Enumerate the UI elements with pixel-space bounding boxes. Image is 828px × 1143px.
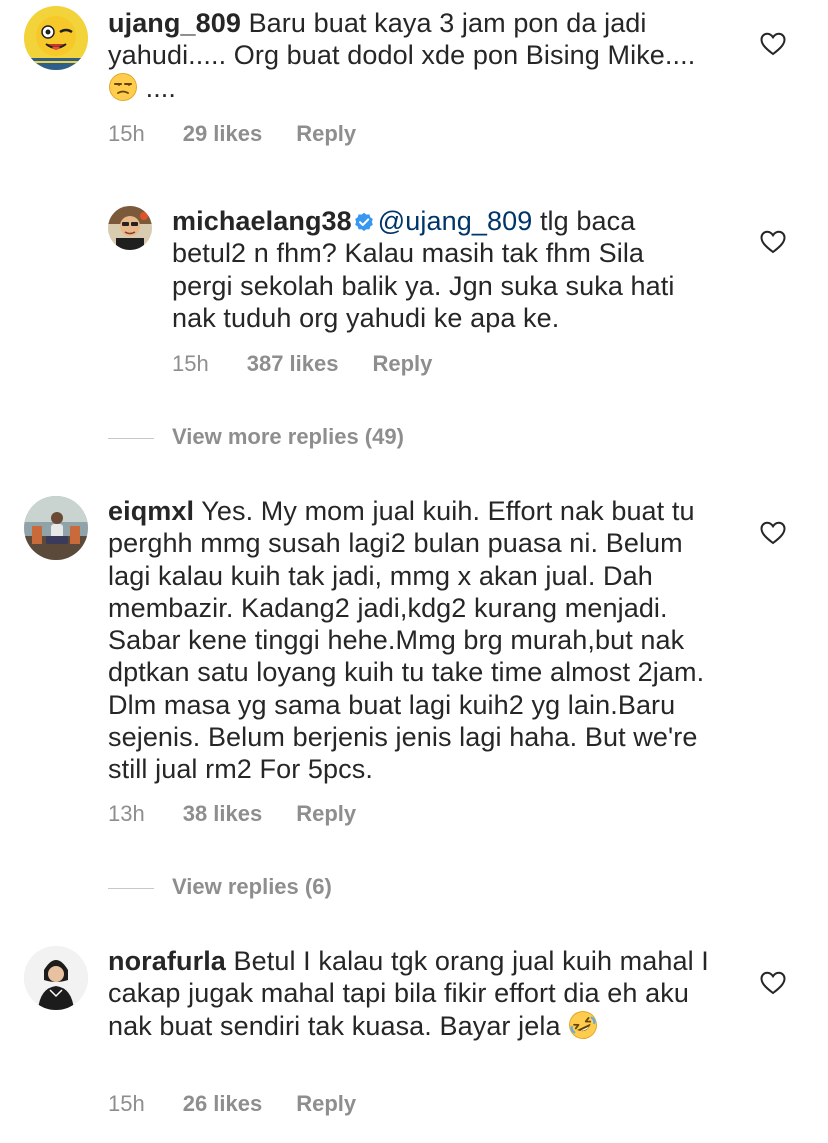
likes-count[interactable]: 29 likes (183, 119, 263, 149)
mention-link[interactable]: @ujang_809 (378, 206, 533, 236)
unamused-face-emoji (108, 72, 138, 102)
reply-button[interactable]: Reply (372, 349, 432, 379)
view-replies-button[interactable]: View replies (6) (108, 872, 332, 902)
likes-count[interactable]: 387 likes (247, 349, 339, 379)
likes-count[interactable]: 26 likes (183, 1089, 263, 1119)
avatar-ujang-809[interactable] (24, 6, 88, 70)
avatar-norafurla[interactable] (24, 946, 88, 1010)
comment-meta: 15h 26 likes Reply (108, 1089, 356, 1119)
heart-icon[interactable] (760, 32, 786, 56)
comment-text: norafurla Betul I kalau tgk orang jual k… (108, 946, 709, 1041)
divider-line (108, 437, 154, 439)
reply-button[interactable]: Reply (296, 119, 356, 149)
heart-icon[interactable] (760, 230, 786, 254)
timestamp: 15h (108, 121, 145, 146)
reply-button[interactable]: Reply (296, 1089, 356, 1119)
username-link[interactable]: michaelang38 (172, 206, 352, 236)
timestamp: 15h (172, 351, 209, 376)
likes-count[interactable]: 38 likes (183, 799, 263, 829)
heart-icon[interactable] (760, 521, 786, 545)
username-link[interactable]: ujang_809 (108, 8, 241, 38)
rolling-on-floor-laughing-emoji (568, 1010, 598, 1040)
divider-line (108, 887, 154, 889)
comment-text: eiqmxl Yes. My mom jual kuih. Effort nak… (108, 496, 705, 785)
username-link[interactable]: eiqmxl (108, 496, 194, 526)
avatar-michaelang38[interactable] (108, 206, 152, 250)
avatar-eiqmxl[interactable] (24, 496, 88, 560)
view-more-replies-button[interactable]: View more replies (49) (108, 422, 404, 452)
timestamp: 15h (108, 1091, 145, 1116)
reply-meta: 15h 387 likes Reply (172, 349, 432, 379)
reply-text: michaelang38 @ujang_809 tlg baca betul2 n… (172, 206, 675, 333)
reply-button[interactable]: Reply (296, 799, 356, 829)
username-link[interactable]: norafurla (108, 946, 226, 976)
timestamp: 13h (108, 801, 145, 826)
comment-meta: 15h 29 likes Reply (108, 119, 356, 149)
comment-meta: 13h 38 likes Reply (108, 799, 356, 829)
comment-text: ujang_809 Baru buat kaya 3 jam pon da ja… (108, 8, 696, 103)
verified-badge-icon (354, 212, 373, 231)
heart-icon[interactable] (760, 971, 786, 995)
